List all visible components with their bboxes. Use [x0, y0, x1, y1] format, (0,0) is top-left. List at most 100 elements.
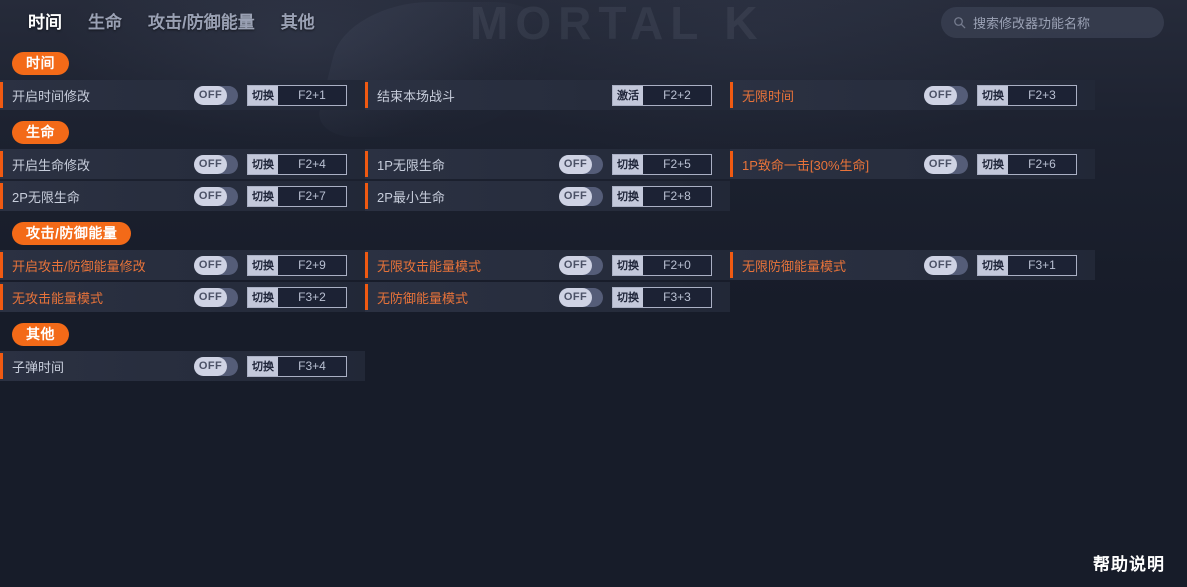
hotkey-binding[interactable]: 切换 F2+7	[247, 185, 347, 207]
section-title-badge: 生命	[12, 121, 69, 145]
trainer-window: MORTAL K 时间 生命 攻击/防御能量 其他 搜索修改器功能名称 时间 开启时间修…	[0, 0, 1187, 587]
hotkey-binding[interactable]: 切换 F2+8	[612, 185, 712, 207]
hotkey-binding[interactable]: 切换 F2+4	[247, 153, 347, 175]
cheat-toggle-switch[interactable]: OFF	[924, 154, 968, 174]
hotkey-key-label[interactable]: F2+4	[278, 154, 346, 174]
hotkey-key-label[interactable]: F2+3	[1008, 85, 1076, 105]
cheat-row: 2P无限生命 OFF 切换 F2+7	[0, 181, 365, 212]
cheat-toggle-switch[interactable]: OFF	[194, 356, 238, 376]
tab-2[interactable]: 攻击/防御能量	[148, 14, 255, 31]
tab-3[interactable]: 其他	[281, 14, 315, 31]
cheat-label: 子弹时间	[12, 359, 65, 375]
cheat-toggle-switch[interactable]: OFF	[194, 255, 238, 275]
section-rows: 子弹时间 OFF 切换 F3+4	[0, 351, 1187, 383]
toggle-state-label: OFF	[198, 158, 223, 171]
cheat-row: 1P无限生命 OFF 切换 F2+5	[365, 149, 730, 180]
section-rows: 开启生命修改 OFF 切换 F2+4 1P无限生命 OFF 切换 F2+5 1P致命一击[30%…	[0, 149, 1187, 213]
toggle-knob: OFF	[924, 154, 957, 174]
cheat-row: 开启攻击/防御能量修改 OFF 切换 F2+9	[0, 250, 365, 281]
search-box[interactable]: 搜索修改器功能名称	[941, 7, 1164, 38]
hotkey-key-label[interactable]: F3+1	[1008, 255, 1076, 275]
hotkey-mode-label[interactable]: 切换	[613, 287, 643, 307]
hotkey-binding[interactable]: 切换 F2+1	[247, 84, 347, 106]
hotkey-binding[interactable]: 切换 F2+5	[612, 153, 712, 175]
hotkey-mode-label[interactable]: 切换	[248, 287, 278, 307]
hotkey-key-label[interactable]: F2+2	[643, 85, 711, 105]
hotkey-binding[interactable]: 切换 F2+0	[612, 254, 712, 276]
cheat-toggle-switch[interactable]: OFF	[559, 255, 603, 275]
toggle-state-label: OFF	[198, 259, 223, 272]
toggle-state-label: OFF	[563, 259, 588, 272]
cheat-label: 无限时间	[742, 88, 795, 104]
hotkey-key-label[interactable]: F2+8	[643, 186, 711, 206]
cheat-toggle-switch[interactable]: OFF	[924, 255, 968, 275]
hotkey-binding[interactable]: 激活 F2+2	[612, 84, 712, 106]
toggle-knob: OFF	[194, 154, 227, 174]
cheat-label: 开启攻击/防御能量修改	[12, 258, 146, 274]
hotkey-mode-label[interactable]: 切换	[978, 154, 1008, 174]
cheat-toggle-switch[interactable]: OFF	[559, 287, 603, 307]
hotkey-key-label[interactable]: F2+7	[278, 186, 346, 206]
hotkey-key-label[interactable]: F2+9	[278, 255, 346, 275]
cheat-label: 无防御能量模式	[377, 290, 469, 306]
cheat-row: 无限时间 OFF 切换 F2+3	[730, 80, 1095, 111]
cheat-toggle-switch[interactable]: OFF	[194, 154, 238, 174]
cheat-label: 开启时间修改	[12, 88, 91, 104]
hotkey-key-label[interactable]: F2+1	[278, 85, 346, 105]
help-button[interactable]: 帮助说明	[1093, 550, 1165, 575]
hotkey-binding[interactable]: 切换 F2+9	[247, 254, 347, 276]
toggle-state-label: OFF	[928, 89, 953, 102]
hotkey-binding[interactable]: 切换 F2+3	[977, 84, 1077, 106]
toggle-knob: OFF	[559, 186, 592, 206]
cheat-row: 无防御能量模式 OFF 切换 F3+3	[365, 282, 730, 313]
hotkey-mode-label[interactable]: 切换	[613, 186, 643, 206]
hotkey-mode-label[interactable]: 切换	[248, 154, 278, 174]
toggle-state-label: OFF	[198, 89, 223, 102]
cheat-label: 2P无限生命	[12, 189, 80, 205]
toggle-knob: OFF	[194, 255, 227, 275]
hotkey-binding[interactable]: 切换 F3+2	[247, 286, 347, 308]
hotkey-binding[interactable]: 切换 F3+1	[977, 254, 1077, 276]
hotkey-binding[interactable]: 切换 F2+6	[977, 153, 1077, 175]
cheat-label: 无攻击能量模式	[12, 290, 104, 306]
cheat-toggle-switch[interactable]: OFF	[194, 287, 238, 307]
hotkey-mode-label[interactable]: 激活	[613, 85, 643, 105]
cheat-toggle-switch[interactable]: OFF	[924, 85, 968, 105]
cheat-row: 无攻击能量模式 OFF 切换 F3+2	[0, 282, 365, 313]
cheat-toggle-switch[interactable]: OFF	[559, 154, 603, 174]
hotkey-mode-label[interactable]: 切换	[613, 255, 643, 275]
hotkey-mode-label[interactable]: 切换	[978, 85, 1008, 105]
cheat-row: 无限防御能量模式 OFF 切换 F3+1	[730, 250, 1095, 281]
hotkey-key-label[interactable]: F2+0	[643, 255, 711, 275]
hotkey-key-label[interactable]: F2+5	[643, 154, 711, 174]
hotkey-key-label[interactable]: F3+4	[278, 356, 346, 376]
tab-1[interactable]: 生命	[88, 14, 122, 31]
hotkey-mode-label[interactable]: 切换	[978, 255, 1008, 275]
cheat-toggle-switch[interactable]: OFF	[194, 85, 238, 105]
cheat-toggle-switch[interactable]: OFF	[559, 186, 603, 206]
hotkey-mode-label[interactable]: 切换	[248, 85, 278, 105]
search-input-placeholder[interactable]: 搜索修改器功能名称	[973, 13, 1090, 32]
hotkey-mode-label[interactable]: 切换	[248, 255, 278, 275]
hotkey-key-label[interactable]: F2+6	[1008, 154, 1076, 174]
toggle-knob: OFF	[194, 287, 227, 307]
hotkey-binding[interactable]: 切换 F3+3	[612, 286, 712, 308]
toggle-knob: OFF	[559, 255, 592, 275]
toggle-knob: OFF	[924, 85, 957, 105]
cheat-row: 1P致命一击[30%生命] OFF 切换 F2+6	[730, 149, 1095, 180]
hotkey-mode-label[interactable]: 切换	[613, 154, 643, 174]
section-2: 攻击/防御能量 开启攻击/防御能量修改 OFF 切换 F2+9 无限攻击能量模式 OFF 切换…	[0, 215, 1187, 314]
hotkey-binding[interactable]: 切换 F3+4	[247, 355, 347, 377]
section-rows: 开启时间修改 OFF 切换 F2+1 结束本场战斗 激活 F2+2 无限时间 OFF 切换 F2+3	[0, 80, 1187, 112]
hotkey-mode-label[interactable]: 切换	[248, 356, 278, 376]
cheat-toggle-switch[interactable]: OFF	[194, 186, 238, 206]
tab-0[interactable]: 时间	[28, 14, 62, 31]
hotkey-key-label[interactable]: F3+3	[643, 287, 711, 307]
section-title-badge: 时间	[12, 52, 69, 76]
toggle-state-label: OFF	[563, 158, 588, 171]
hotkey-mode-label[interactable]: 切换	[248, 186, 278, 206]
hotkey-key-label[interactable]: F3+2	[278, 287, 346, 307]
cheat-label: 2P最小生命	[377, 189, 445, 205]
cheat-label: 无限攻击能量模式	[377, 258, 482, 274]
cheat-row: 无限攻击能量模式 OFF 切换 F2+0	[365, 250, 730, 281]
